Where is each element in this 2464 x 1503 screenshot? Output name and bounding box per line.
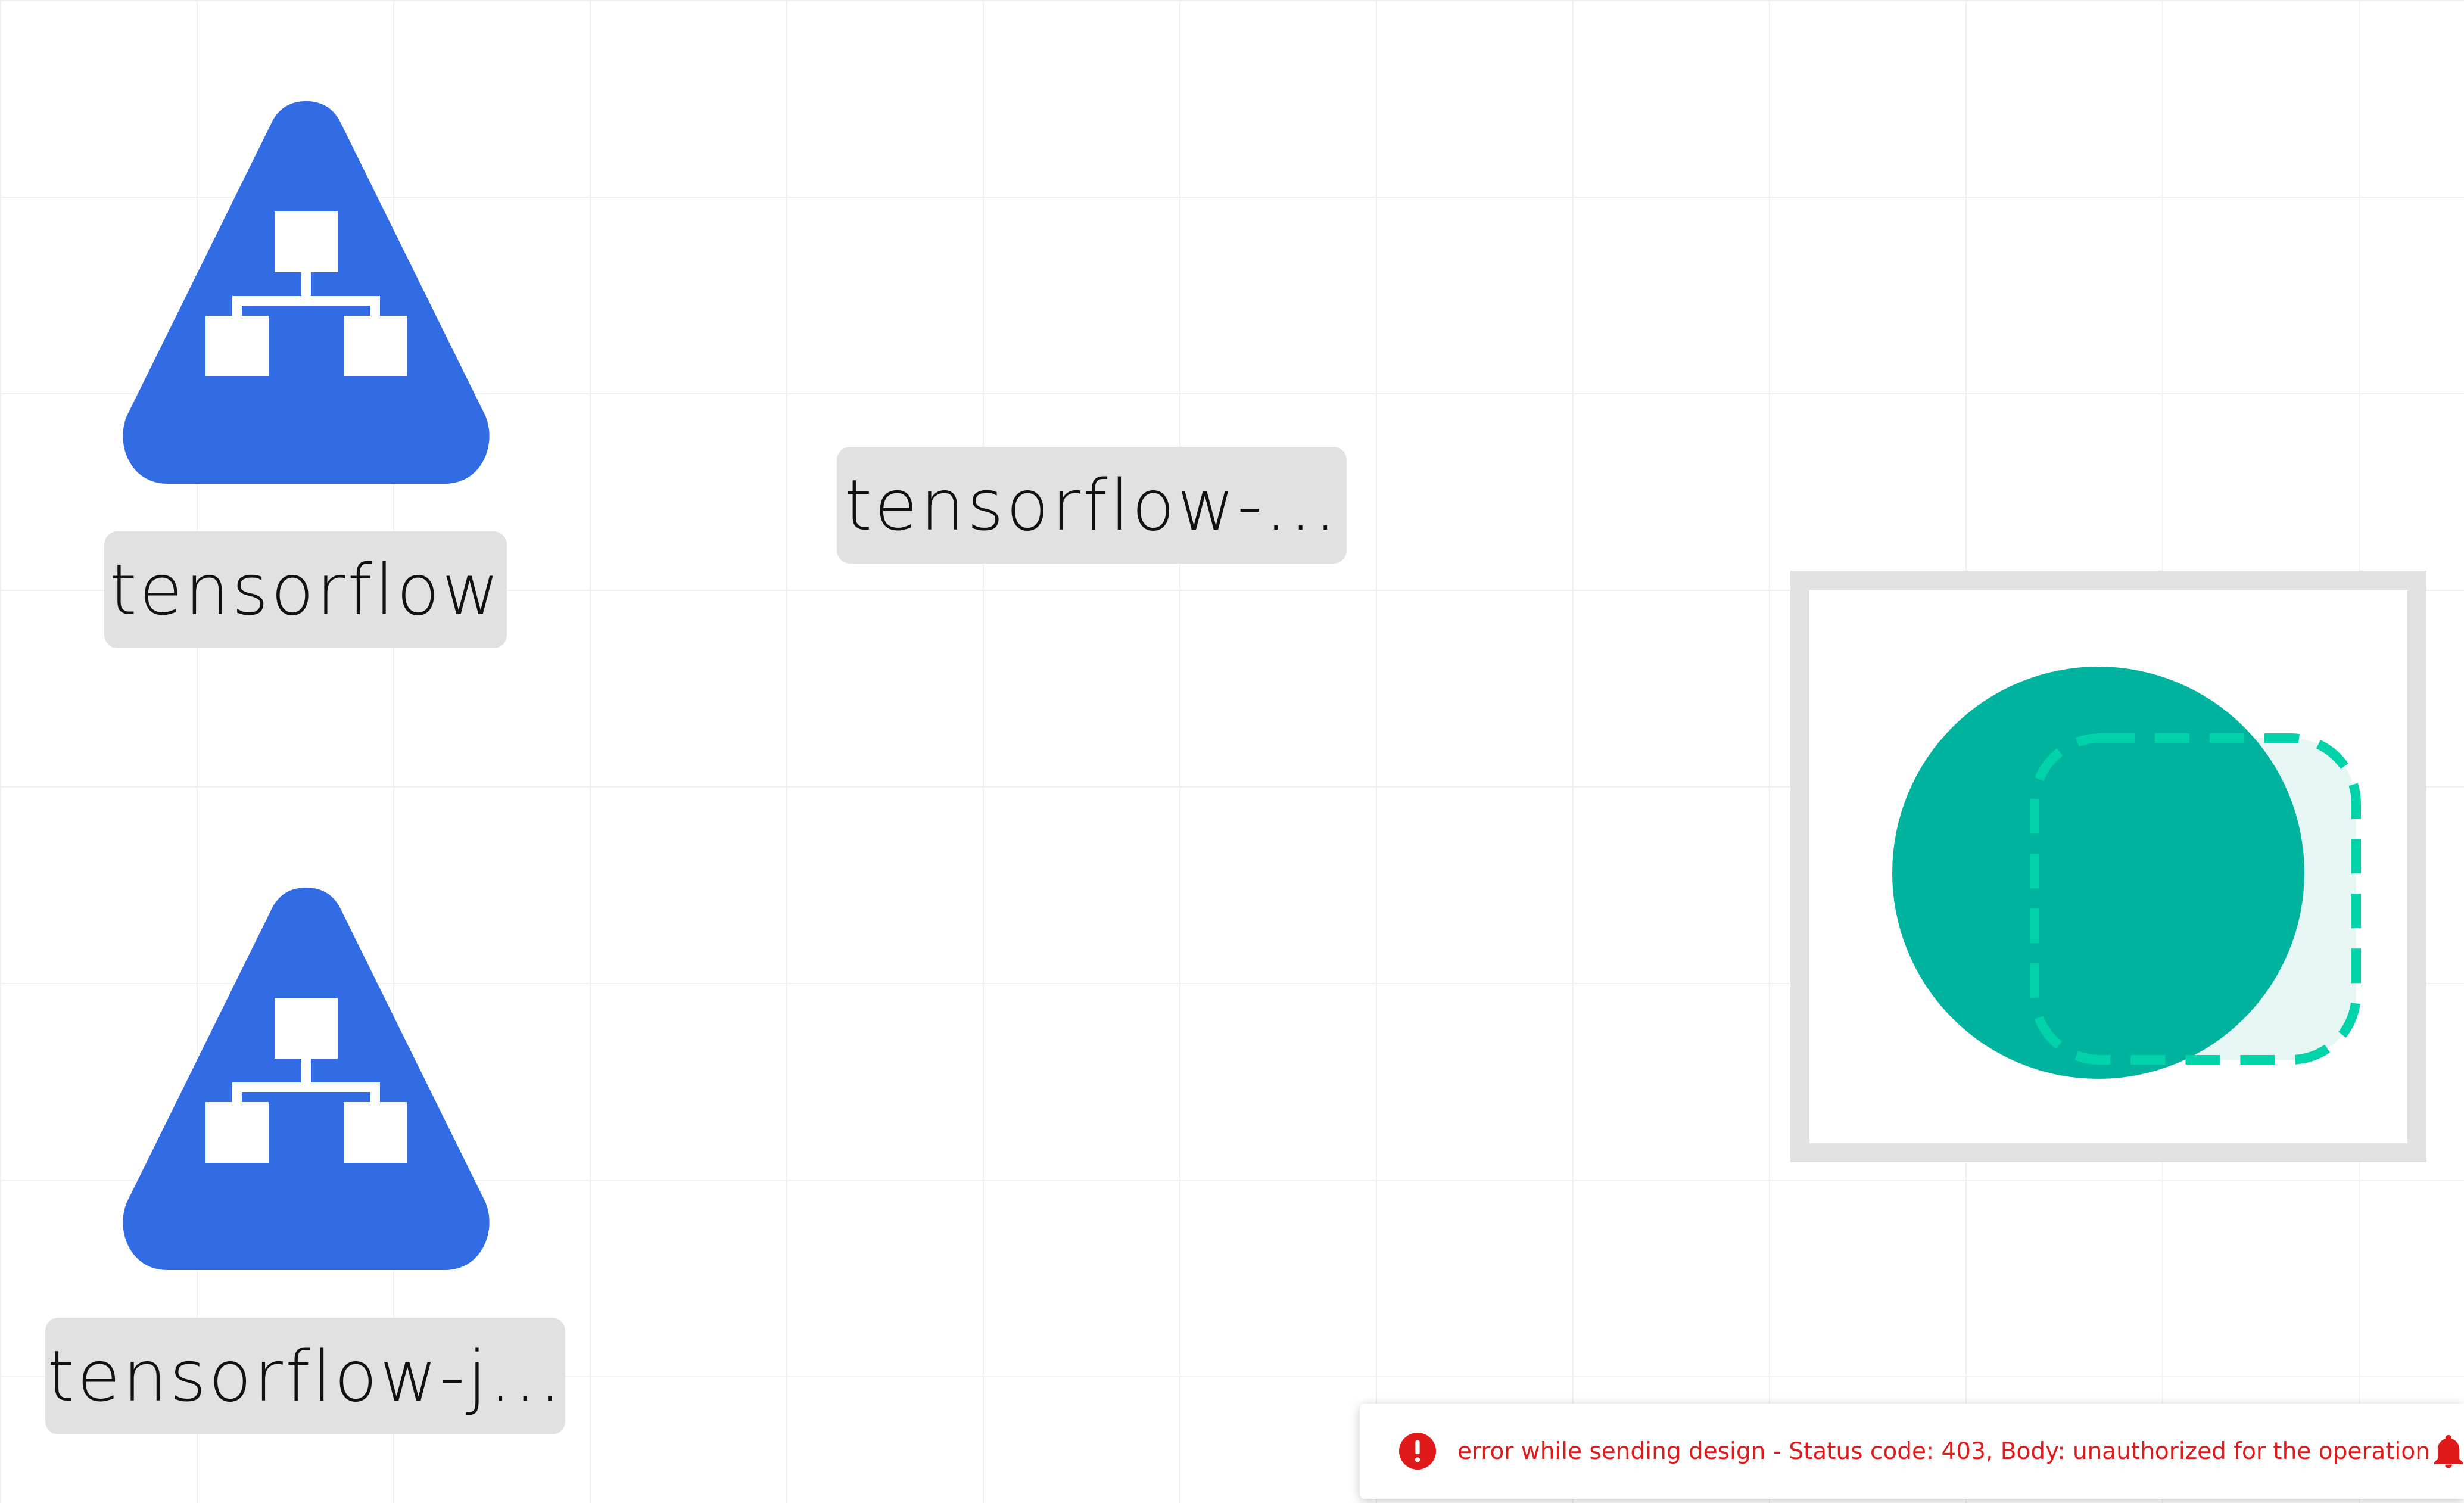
- error-icon: [1399, 1433, 1436, 1470]
- node-label[interactable]: tensorflow-j...: [45, 1318, 565, 1434]
- error-notification: error while sending design - Status code…: [1360, 1404, 2464, 1499]
- meshery-group-icon: [1892, 667, 2361, 1079]
- group-node[interactable]: [1790, 571, 2426, 1162]
- node-label[interactable]: tensorflow-...: [837, 447, 1347, 564]
- design-canvas[interactable]: tensorflow tensorflow-... tensorflow-j..…: [0, 0, 2464, 1503]
- notification-message: error while sending design - Status code…: [1457, 1437, 2430, 1465]
- kubernetes-service-icon[interactable]: [115, 101, 497, 484]
- kubernetes-service-icon[interactable]: [115, 888, 497, 1270]
- node-label[interactable]: tensorflow: [104, 531, 507, 648]
- bell-icon[interactable]: [2430, 1433, 2464, 1470]
